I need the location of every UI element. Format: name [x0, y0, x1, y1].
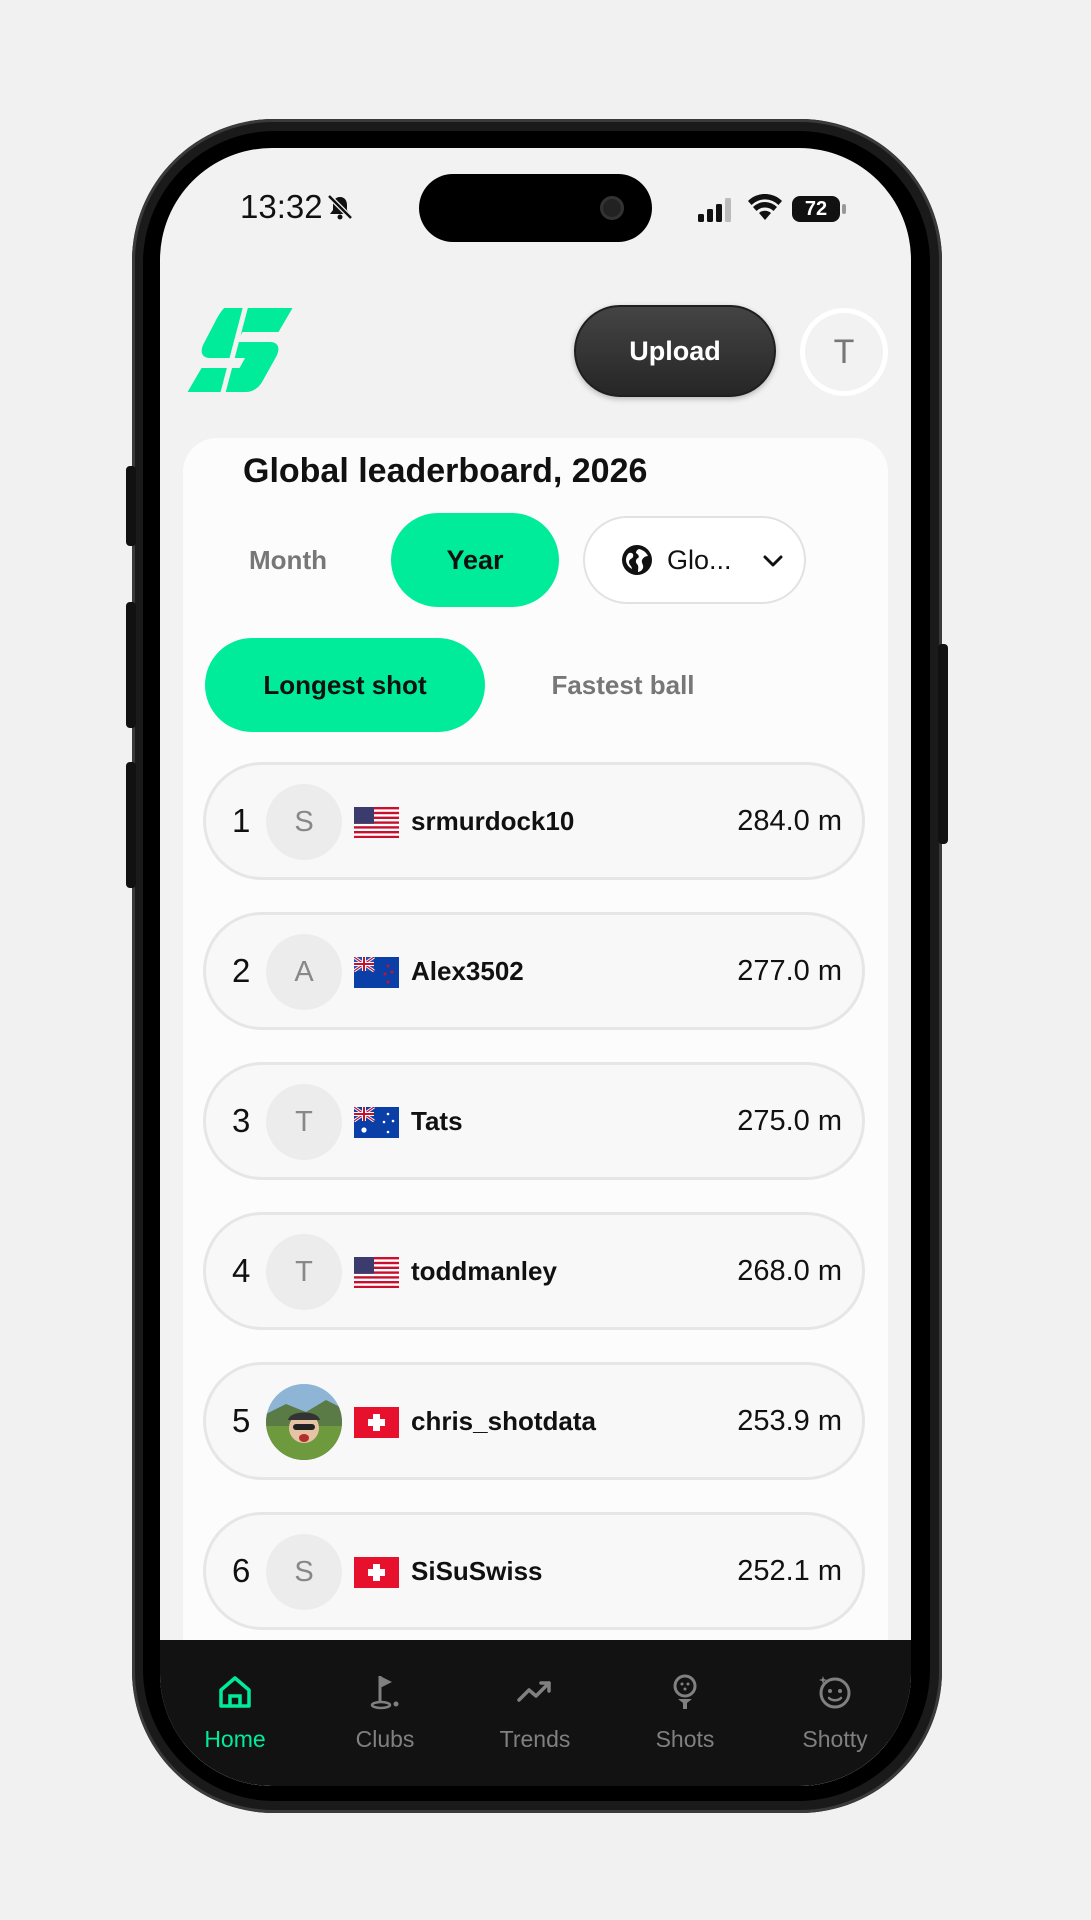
- app-logo: [187, 289, 293, 405]
- distance-value: 253.9 m: [737, 1405, 842, 1437]
- flag-ch-icon: [354, 1557, 399, 1588]
- battery-icon: 72: [792, 196, 846, 222]
- leaderboard-row[interactable]: 2 A Alex3502 277.0 m: [203, 912, 865, 1030]
- avatar-photo: [266, 1384, 342, 1460]
- flag-au-icon: [354, 1107, 399, 1138]
- leaderboard-row[interactable]: 1 S srmurdock10 284.0 m: [203, 762, 865, 880]
- rank-number: 3: [232, 1102, 251, 1139]
- shotty-face-icon: [819, 1676, 851, 1709]
- nav-label: Shots: [655, 1726, 715, 1752]
- globe-icon: [622, 545, 652, 575]
- volume-down-button: [126, 762, 136, 888]
- bell-muted-icon: [327, 194, 353, 220]
- tab-year[interactable]: Year: [391, 513, 559, 607]
- leaderboard-card: Global leaderboard, 2026 Month Year Glo.…: [183, 438, 888, 1786]
- nav-label: Home: [204, 1726, 266, 1752]
- nav-label: Clubs: [355, 1726, 415, 1752]
- user-photo-icon: [266, 1384, 342, 1460]
- camera-icon: [600, 196, 624, 220]
- username: SiSuSwiss: [411, 1556, 543, 1586]
- dynamic-island: [419, 174, 652, 242]
- nav-trends[interactable]: Trends: [460, 1640, 610, 1760]
- nav-shots[interactable]: Shots: [610, 1640, 760, 1760]
- username: chris_shotdata: [411, 1406, 596, 1436]
- golf-ball-tee-icon: [673, 1674, 697, 1709]
- action-button: [126, 466, 136, 546]
- flag-us-icon: [354, 1257, 399, 1288]
- distance-value: 275.0 m: [737, 1105, 842, 1137]
- upload-button[interactable]: Upload: [574, 305, 776, 397]
- power-button: [938, 644, 948, 844]
- nav-label: Shotty: [802, 1726, 868, 1752]
- rank-number: 2: [232, 952, 251, 989]
- chevron-down-icon: [763, 555, 783, 567]
- leaderboard-row[interactable]: 6 S SiSuSwiss 252.1 m: [203, 1512, 865, 1630]
- volume-up-button: [126, 602, 136, 728]
- nav-shotty[interactable]: Shotty: [760, 1640, 910, 1760]
- tab-month[interactable]: Month: [227, 513, 349, 607]
- home-icon: [219, 1676, 251, 1708]
- tab-longest-shot[interactable]: Longest shot: [205, 638, 485, 732]
- avatar: T: [266, 1234, 342, 1310]
- app-screen: 13:32 72 Upload T Global leaderboard, 20…: [160, 148, 911, 1786]
- username: Alex3502: [411, 956, 524, 986]
- avatar: S: [266, 784, 342, 860]
- nav-clubs[interactable]: Clubs: [310, 1640, 460, 1760]
- flag-nz-icon: [354, 957, 399, 988]
- signal-icon: [698, 198, 731, 222]
- distance-value: 284.0 m: [737, 805, 842, 837]
- rank-number: 1: [232, 802, 251, 839]
- leaderboard-row[interactable]: 4 T toddmanley 268.0 m: [203, 1212, 865, 1330]
- username: Tats: [411, 1106, 463, 1136]
- nav-home[interactable]: Home: [160, 1640, 310, 1760]
- bottom-nav: Home Clubs Trends Shots Shotty: [160, 1640, 911, 1786]
- wifi-icon: [748, 194, 782, 220]
- leaderboard-row[interactable]: 5 chris_shotdata 253.9 m: [203, 1362, 865, 1480]
- status-time: 13:32: [240, 188, 323, 225]
- avatar: S: [266, 1534, 342, 1610]
- tab-fastest-ball[interactable]: Fastest ball: [503, 638, 743, 732]
- rank-number: 6: [232, 1552, 251, 1589]
- username: srmurdock10: [411, 806, 575, 836]
- username: toddmanley: [411, 1256, 557, 1286]
- leaderboard-row[interactable]: 3 T Tats 275.0 m: [203, 1062, 865, 1180]
- avatar: T: [266, 1084, 342, 1160]
- profile-avatar[interactable]: T: [800, 308, 888, 396]
- nav-label: Trends: [499, 1726, 571, 1752]
- battery-level: 72: [792, 196, 840, 222]
- distance-value: 277.0 m: [737, 955, 842, 987]
- trend-icon: [517, 1681, 551, 1702]
- golf-flag-icon: [370, 1676, 399, 1710]
- leaderboard-title: Global leaderboard, 2026: [243, 452, 648, 490]
- flag-ch-icon: [354, 1407, 399, 1438]
- distance-value: 252.1 m: [737, 1555, 842, 1587]
- rank-number: 4: [232, 1252, 251, 1289]
- region-label: Glo...: [667, 544, 732, 575]
- distance-value: 268.0 m: [737, 1255, 842, 1287]
- rank-number: 5: [232, 1402, 251, 1439]
- avatar: A: [266, 934, 342, 1010]
- flag-us-icon: [354, 807, 399, 838]
- region-dropdown[interactable]: Glo...: [583, 516, 806, 604]
